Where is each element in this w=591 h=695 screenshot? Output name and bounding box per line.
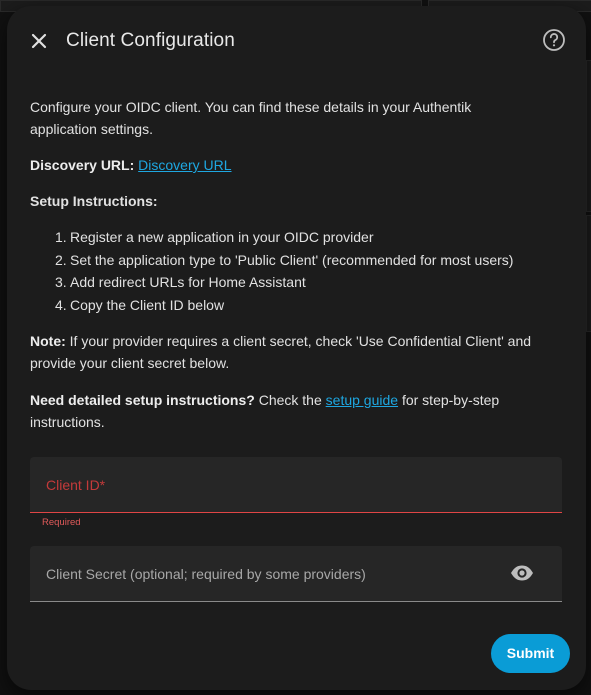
setup-guide-text: Need detailed setup instructions? Check … (30, 389, 542, 433)
setup-heading: Setup Instructions: (30, 193, 158, 209)
list-item: 4. Copy the Client ID below (55, 294, 513, 317)
step-number: 3. (55, 274, 67, 290)
discovery-url-line: Discovery URL: Discovery URL (30, 154, 232, 176)
list-item: 3. Add redirect URLs for Home Assistant (55, 271, 513, 294)
step-number: 2. (55, 251, 67, 268)
background-panel (586, 215, 591, 332)
dialog-title: Client Configuration (66, 30, 235, 51)
list-item: 1. Register a new application in your OID… (55, 226, 513, 249)
help-circle-icon[interactable] (541, 27, 567, 53)
dialog-header: Client Configuration (7, 6, 586, 74)
close-icon[interactable] (25, 27, 53, 55)
intro-text: Configure your OIDC client. You can find… (30, 99, 472, 137)
discovery-url-label: Discovery URL: (30, 157, 135, 173)
setup-steps-list: 1. Register a new application in your OID… (30, 226, 513, 316)
setup-guide-link[interactable]: setup guide (326, 392, 398, 408)
step-text: Copy the Client ID below (70, 296, 225, 313)
client-id-error: Required (42, 517, 81, 528)
client-secret-field[interactable]: Client Secret (optional; required by som… (30, 546, 562, 602)
need-instructions-label: Need detailed setup instructions? (30, 392, 255, 408)
background-panel (586, 60, 591, 212)
note-text: Note: If your provider requires a client… (30, 330, 542, 374)
client-configuration-dialog: Client Configuration Configure your OIDC… (7, 6, 586, 690)
step-text: Add redirect URLs for Home Assistant (70, 274, 306, 290)
step-text: Set the application type to 'Public Clie… (70, 251, 514, 268)
eye-icon[interactable] (509, 564, 535, 582)
submit-button[interactable]: Submit (491, 634, 570, 673)
need-pre-text: Check the (254, 392, 326, 408)
step-number: 4. (55, 296, 67, 313)
step-number: 1. (55, 229, 67, 245)
discovery-url-link[interactable]: Discovery URL (138, 157, 231, 173)
note-body: If your provider requires a client secre… (30, 333, 532, 371)
step-text: Register a new application in your OIDC … (70, 229, 374, 245)
list-item: 2. Set the application type to 'Public Cl… (55, 249, 514, 272)
client-id-field[interactable]: Client ID* (30, 457, 562, 513)
client-id-label: Client ID* (46, 477, 106, 493)
note-label: Note: (30, 333, 66, 349)
client-secret-label: Client Secret (optional; required by som… (46, 566, 366, 582)
